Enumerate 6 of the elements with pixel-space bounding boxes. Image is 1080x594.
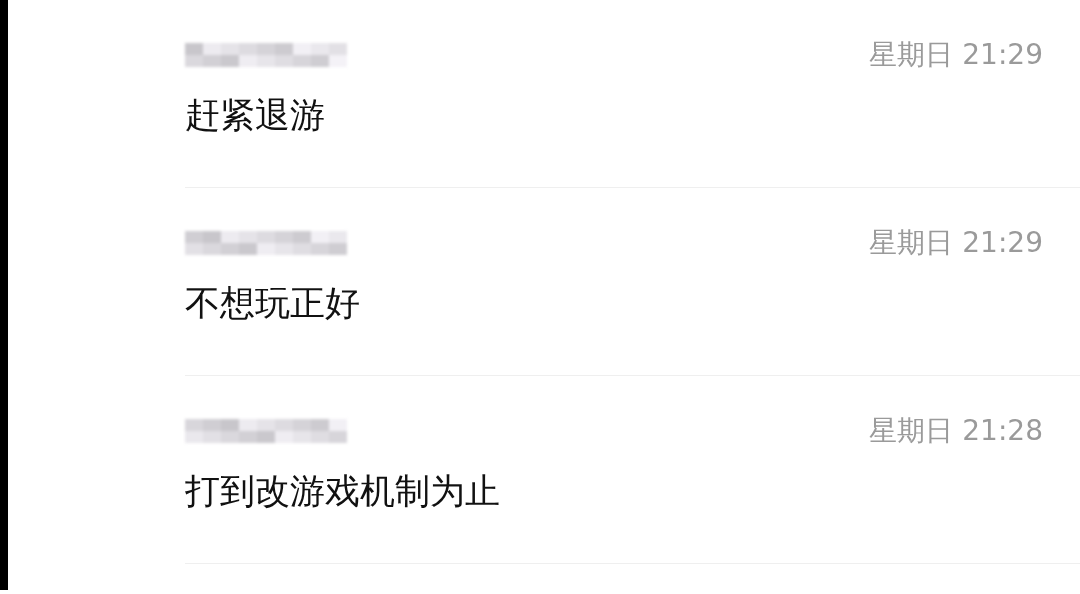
comment-time: 星期日 21:28 [869,413,1043,449]
comment-time: 星期日 21:29 [869,37,1043,73]
comment-text: 打到改游戏机制为止 [185,471,501,511]
comment-text: 赶紧退游 [185,95,326,135]
comment-text: 不想玩正好 [185,283,361,323]
comment-time: 星期日 21:29 [869,225,1043,261]
